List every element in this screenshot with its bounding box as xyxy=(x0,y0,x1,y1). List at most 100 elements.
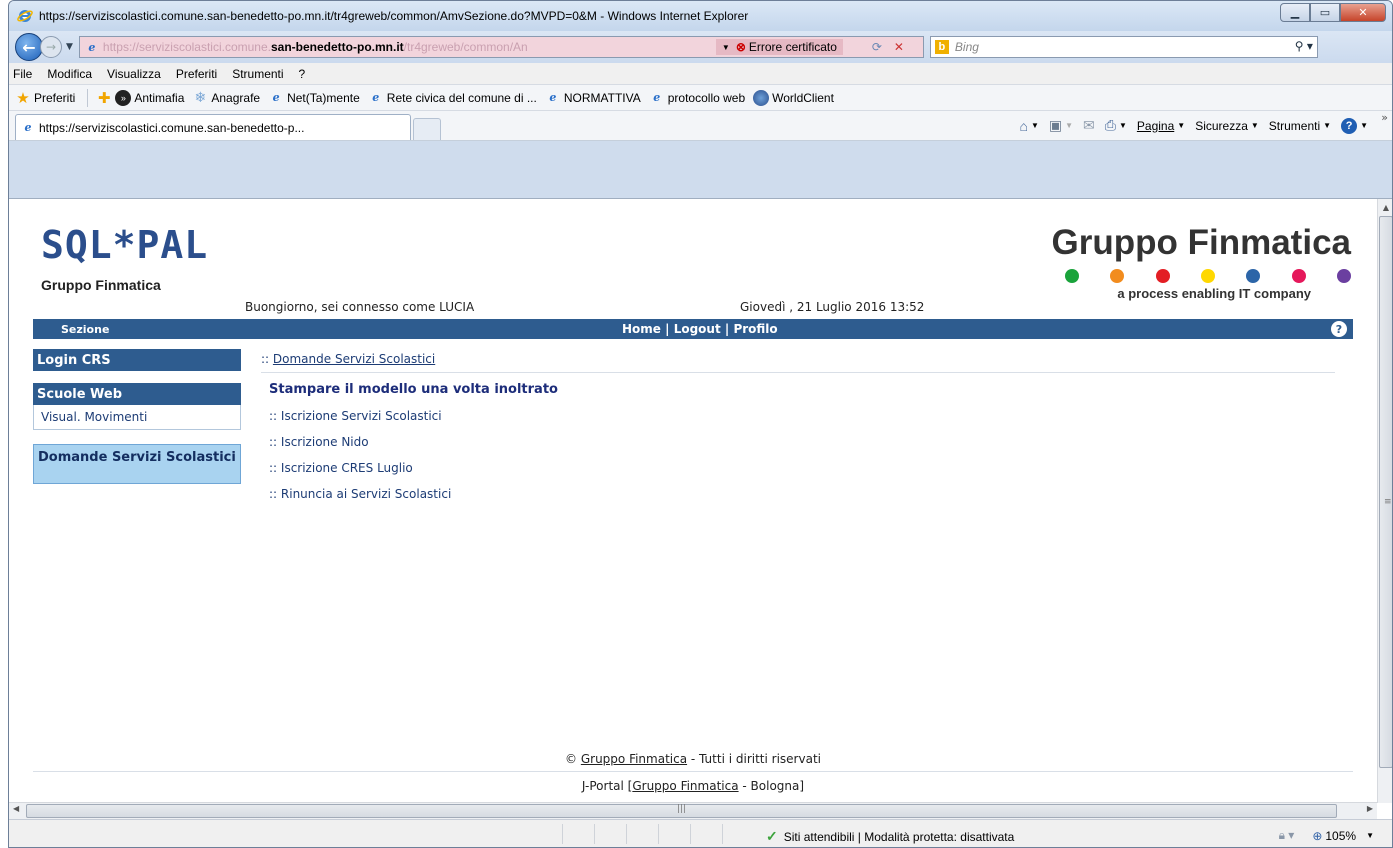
address-dropdown-icon[interactable]: ▼ xyxy=(722,43,730,52)
close-button[interactable]: ✕ xyxy=(1340,3,1386,22)
h-scroll-thumb[interactable]: ||| xyxy=(26,804,1337,818)
service-link-iscrizione-cres[interactable]: :: Iscrizione CRES Luglio xyxy=(269,461,451,487)
favorite-antimafia[interactable]: » Antimafia xyxy=(115,89,184,106)
portal-company-link[interactable]: Gruppo Finmatica xyxy=(632,779,738,793)
bing-icon: b xyxy=(934,40,949,54)
brand-dot xyxy=(1065,269,1079,283)
brand-dot xyxy=(1336,269,1351,283)
active-tab[interactable]: e https://serviziscolastici.comune.san-b… xyxy=(15,114,411,140)
scroll-left-icon[interactable]: ◀ xyxy=(13,804,19,813)
scroll-up-icon[interactable]: ▲ xyxy=(1378,199,1392,215)
maximize-button[interactable]: ▭ xyxy=(1310,3,1340,22)
mail-button[interactable]: ✉ xyxy=(1083,117,1095,134)
favorite-normattiva[interactable]: e NORMATTIVA xyxy=(545,90,640,106)
rss-icon: ▣ xyxy=(1048,117,1063,133)
new-tab-button[interactable] xyxy=(413,118,441,140)
certificate-error-label: Errore certificato xyxy=(748,40,837,54)
brand-dot xyxy=(1110,269,1125,283)
stop-icon[interactable]: ✕ xyxy=(889,38,909,56)
portal-footer: J-Portal [Gruppo Finmatica - Bologna] xyxy=(581,779,805,793)
breadcrumb: :: Domande Servizi Scolastici xyxy=(261,352,436,366)
service-link-iscrizione-servizi[interactable]: :: Iscrizione Servizi Scolastici xyxy=(269,409,451,435)
zoom-level[interactable]: 105% xyxy=(1325,829,1356,843)
printer-icon: ⎙ xyxy=(1104,117,1116,133)
security-zone[interactable]: ✓ Siti attendibili | Modalità protetta: … xyxy=(766,828,1014,845)
breadcrumb-link[interactable]: Domande Servizi Scolastici xyxy=(273,352,435,366)
scroll-thumb[interactable]: ≡ xyxy=(1379,216,1392,768)
feeds-button[interactable]: ▣ ▼ xyxy=(1049,117,1073,134)
address-bar[interactable]: e https://serviziscolastici.comune. san-b… xyxy=(78,36,924,58)
divider xyxy=(261,372,1335,373)
service-list: :: Iscrizione Servizi Scolastici :: Iscr… xyxy=(269,409,451,513)
sidebar-item-movimenti[interactable]: Visual. Movimenti xyxy=(33,405,241,430)
favorite-rete-civica[interactable]: e Rete civica del comune di ... xyxy=(368,90,537,106)
ie-page-icon: e xyxy=(272,91,280,104)
zoom-dropdown-icon[interactable]: ▼ xyxy=(1366,831,1374,840)
refresh-icon[interactable]: ⟳ xyxy=(867,38,887,56)
search-icon[interactable]: ⚲ ▾ xyxy=(1295,39,1313,53)
menu-file[interactable]: File xyxy=(13,67,32,81)
title-bar: https://serviziscolastici.comune.san-ben… xyxy=(9,1,1392,31)
tools-menu[interactable]: Strumenti ▼ xyxy=(1269,119,1331,133)
sidebar-header-scuole-web[interactable]: Scuole Web xyxy=(33,383,241,405)
help-icon: ? xyxy=(1341,117,1358,134)
favorites-bar: ★ Preferiti ✚ » Antimafia ❄ Anagrafe e N… xyxy=(9,85,1392,111)
menu-visualizza[interactable]: Visualizza xyxy=(107,67,161,81)
favorites-button[interactable]: ★ Preferiti xyxy=(15,89,75,107)
help-menu[interactable]: ? ▼ xyxy=(1341,117,1368,134)
horizontal-scrollbar[interactable]: ◀ ||| ▶ xyxy=(9,802,1377,819)
status-bar: ✓ Siti attendibili | Modalità protetta: … xyxy=(9,819,1392,847)
section-heading: Stampare il modello una volta inoltrato xyxy=(269,382,558,397)
profile-link[interactable]: Profilo xyxy=(733,322,777,336)
error-icon: ⊗ xyxy=(735,40,746,54)
star-icon: ★ xyxy=(16,89,30,107)
brand-dot xyxy=(1291,269,1306,283)
home-button[interactable]: ⌂ ▼ xyxy=(1019,118,1038,134)
brand-dot xyxy=(1155,269,1170,283)
greeting-text: Buongiorno, sei connesso come LUCIA xyxy=(245,300,475,314)
browser-window: https://serviziscolastici.comune.san-ben… xyxy=(8,0,1393,848)
menu-modifica[interactable]: Modifica xyxy=(47,67,92,81)
sidebar-item-login-crs[interactable]: Login CRS xyxy=(33,349,241,371)
brand-dot xyxy=(1246,269,1261,283)
brand-dot xyxy=(1200,269,1215,283)
chevron-icon[interactable]: » xyxy=(1381,111,1388,124)
forward-button[interactable]: → xyxy=(40,36,62,58)
certificate-error-button[interactable]: ▼ ⊗ Errore certificato xyxy=(715,39,843,55)
page-menu[interactable]: Pagina ▼ xyxy=(1137,119,1185,133)
home-link[interactable]: Home xyxy=(622,322,661,336)
footer-company-link[interactable]: Gruppo Finmatica xyxy=(581,752,687,766)
ie-page-icon: e xyxy=(24,121,32,134)
service-link-iscrizione-nido[interactable]: :: Iscrizione Nido xyxy=(269,435,451,461)
history-dropdown-icon[interactable]: ▼ xyxy=(66,42,73,52)
service-link-rinuncia[interactable]: :: Rinuncia ai Servizi Scolastici xyxy=(269,487,451,513)
minimize-button[interactable]: ▁ xyxy=(1280,3,1310,22)
print-button[interactable]: ⎙ ▼ xyxy=(1105,117,1127,134)
menu-preferiti[interactable]: Preferiti xyxy=(176,67,217,81)
favorite-anagrafe[interactable]: ❄ Anagrafe xyxy=(192,89,261,106)
favorite-nettamente[interactable]: e Net(Ta)mente xyxy=(268,90,360,106)
sidebar-item-domande[interactable]: Domande Servizi Scolastici xyxy=(33,444,241,484)
navigation-band: Sezione Home | Logout | Profilo ? xyxy=(33,319,1353,339)
search-box[interactable]: b Bing ⚲ ▾ xyxy=(929,36,1318,58)
back-button[interactable]: ← xyxy=(15,33,43,61)
add-favorite-icon[interactable]: ✚ xyxy=(96,90,112,107)
favorite-protocollo-web[interactable]: e protocollo web xyxy=(649,90,745,106)
url-host: san-benedetto-po.mn.it xyxy=(270,40,404,54)
logout-link[interactable]: Logout xyxy=(674,322,721,336)
favorite-worldclient[interactable]: WorldClient xyxy=(753,89,834,106)
help-icon[interactable]: ? xyxy=(1331,321,1347,337)
checkmark-icon: ✓ xyxy=(766,828,778,844)
security-menu[interactable]: Sicurezza ▼ xyxy=(1195,119,1259,133)
menu-strumenti[interactable]: Strumenti xyxy=(232,67,283,81)
ie-page-icon: e xyxy=(372,91,380,104)
scroll-right-icon[interactable]: ▶ xyxy=(1367,804,1373,813)
vertical-scrollbar[interactable]: ▲ ≡ xyxy=(1377,199,1392,803)
brand-title: Gruppo Finmatica xyxy=(1051,223,1351,262)
copyright-footer: © Gruppo Finmatica - Tutti i diritti ris… xyxy=(565,752,821,766)
ie-page-icon: e xyxy=(549,91,557,104)
lock-icon[interactable]: 🔒︎ ▾ xyxy=(1279,828,1295,843)
brand-tagline: a process enabling IT company xyxy=(1117,286,1311,301)
menu-help[interactable]: ? xyxy=(299,67,306,81)
tab-title: https://serviziscolastici.comune.san-ben… xyxy=(39,120,305,135)
